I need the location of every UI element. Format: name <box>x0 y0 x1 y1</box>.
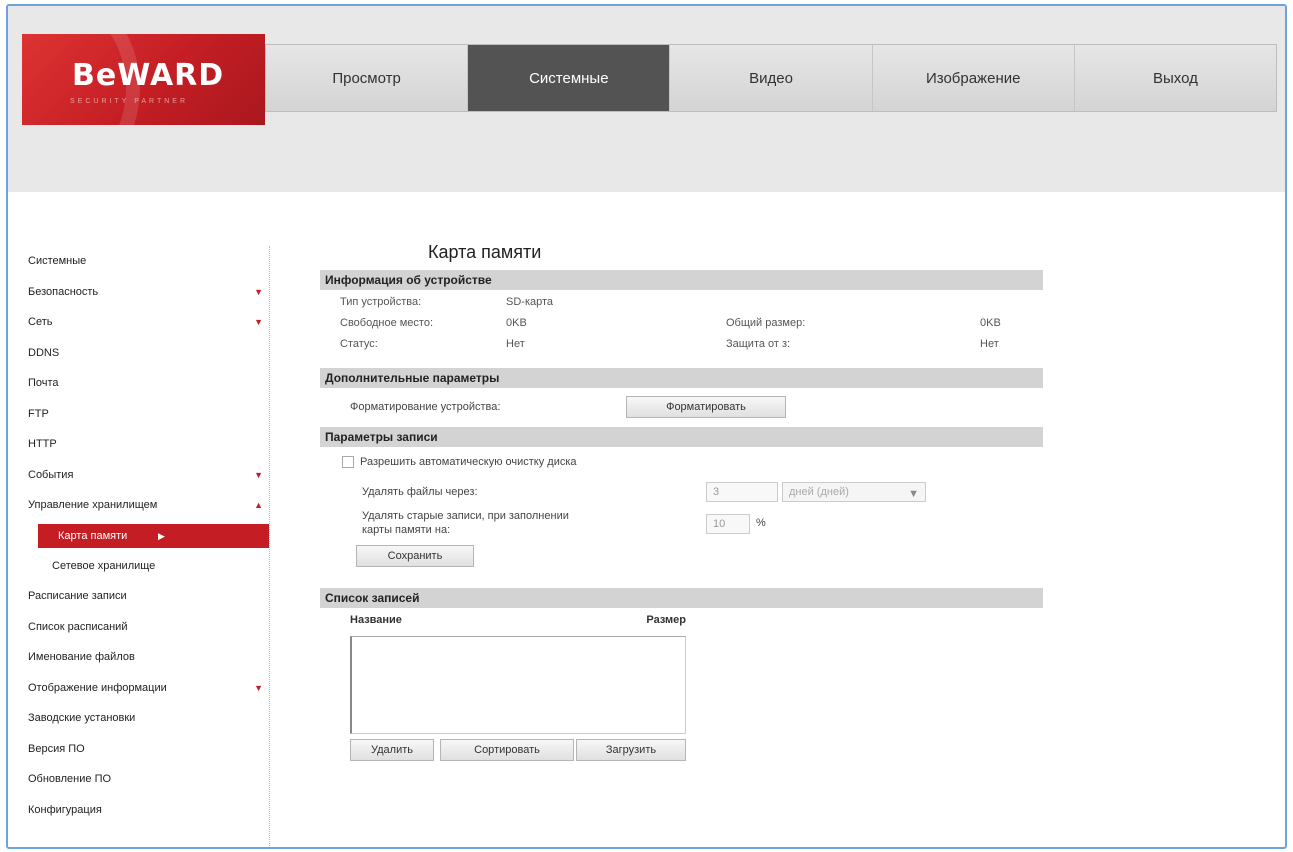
nav-video[interactable]: Видео <box>670 45 873 111</box>
delete-old-label: Удалять старые записи, при заполнении <box>362 510 569 522</box>
section-header-extra: Дополнительные параметры <box>320 368 1043 388</box>
sidebar-item-label: HTTP <box>28 438 57 450</box>
status-label: Статус: <box>340 338 378 350</box>
main-content: Информация об устройстве Тип устройства:… <box>320 270 1043 788</box>
sidebar-item-label: Сетевое хранилище <box>52 559 156 572</box>
delete-button[interactable]: Удалить <box>350 739 434 761</box>
auto-clean-checkbox[interactable] <box>342 456 354 468</box>
delete-after-label: Удалять файлы через: <box>362 486 478 498</box>
status-value: Нет <box>506 338 525 350</box>
free-space-value: 0KB <box>506 317 527 329</box>
sidebar-item-mail[interactable]: Почта <box>8 368 269 399</box>
write-protect-label: Защита от з: <box>726 338 791 350</box>
header: BeWARD SECURITY PARTNER Просмотр Системн… <box>8 6 1285 192</box>
sidebar-item-label: Системные <box>28 255 87 267</box>
sidebar-item-label: Управление хранилищем <box>28 499 158 511</box>
delete-after-unit-value: дней (дней) <box>789 486 849 498</box>
sidebar-item-label: Список расписаний <box>28 620 128 633</box>
sidebar-item-label: Сеть <box>28 316 53 328</box>
nav-view[interactable]: Просмотр <box>266 45 469 111</box>
sidebar-item-label: Заводские установки <box>28 712 136 724</box>
sort-button[interactable]: Сортировать <box>440 739 574 761</box>
nav-system[interactable]: Системные <box>468 45 671 111</box>
sidebar-item-ddns[interactable]: DDNS <box>8 338 269 369</box>
sidebar-item-factory-reset[interactable]: Заводские установки <box>8 703 269 734</box>
sidebar: Системные Безопасность ▼ Сеть ▼ DDNS Почта… <box>8 246 270 846</box>
section-header-records-list: Список записей <box>320 588 1043 608</box>
top-nav: Просмотр Системные Видео Изображение Вых… <box>265 44 1277 112</box>
sidebar-item-file-naming[interactable]: Именование файлов <box>8 642 269 673</box>
sidebar-item-events[interactable]: События ▼ <box>8 460 269 491</box>
format-button[interactable]: Форматировать <box>626 396 786 418</box>
sidebar-item-info-display[interactable]: Отображение информации ▼ <box>8 673 269 704</box>
percent-label: % <box>756 517 766 529</box>
delete-old-input[interactable]: 10 <box>706 514 750 534</box>
device-type-value: SD-карта <box>506 296 554 308</box>
record-params: Разрешить автоматическую очистку диска У… <box>320 447 1043 588</box>
sidebar-item-label: Расписание записи <box>28 590 127 602</box>
save-button[interactable]: Сохранить <box>356 545 474 567</box>
chevron-down-icon: ▼ <box>254 286 263 297</box>
sidebar-item-label: FTP <box>28 407 49 420</box>
format-row: Форматирование устройства: Форматировать <box>320 388 1043 427</box>
col-name-header[interactable]: Название <box>350 614 402 626</box>
free-space-label: Свободное место: <box>340 317 434 329</box>
sidebar-item-network[interactable]: Сеть ▼ <box>8 307 269 338</box>
records-list-header: Название Размер <box>350 614 686 626</box>
sidebar-item-label: DDNS <box>28 346 60 359</box>
logo-brand: BeWARD <box>72 58 225 93</box>
load-button[interactable]: Загрузить <box>576 739 686 761</box>
total-size-label: Общий размер: <box>726 317 806 329</box>
sidebar-item-configuration[interactable]: Конфигурация <box>8 795 269 826</box>
sidebar-item-record-schedule[interactable]: Расписание записи <box>8 581 269 612</box>
logo-tagline: SECURITY PARTNER <box>70 98 189 105</box>
chevron-up-icon: ▲ <box>254 500 263 510</box>
records-listbox[interactable] <box>350 636 686 734</box>
sidebar-item-label: Почта <box>28 377 59 389</box>
nav-exit[interactable]: Выход <box>1075 45 1276 111</box>
write-protect-value: Нет <box>980 338 999 350</box>
sidebar-item-label: Обновление ПО <box>28 773 112 785</box>
sidebar-item-security[interactable]: Безопасность ▼ <box>8 277 269 308</box>
sidebar-item-label: Версия ПО <box>28 742 85 755</box>
chevron-right-icon: ▶ <box>158 530 165 541</box>
sidebar-item-label: Конфигурация <box>28 803 102 816</box>
section-header-device-info: Информация об устройстве <box>320 270 1043 290</box>
sidebar-item-label: Безопасность <box>28 285 99 298</box>
page-title: Карта памяти <box>428 242 542 262</box>
sidebar-item-firmware-update[interactable]: Обновление ПО <box>8 764 269 795</box>
delete-after-unit-select[interactable]: дней (дней) ▼ <box>782 482 926 502</box>
sidebar-item-label: Отображение информации <box>28 681 167 694</box>
records-list: Название Размер Удалить Сортировать Загр… <box>320 608 1043 788</box>
auto-clean-label: Разрешить автоматическую очистку диска <box>360 456 577 468</box>
section-header-record-params: Параметры записи <box>320 427 1043 447</box>
sidebar-item-firmware-version[interactable]: Версия ПО <box>8 734 269 765</box>
chevron-down-icon: ▼ <box>254 469 263 480</box>
sidebar-item-ftp[interactable]: FTP <box>8 399 269 430</box>
sidebar-item-memory-card[interactable]: Карта памяти ▶ <box>38 523 269 548</box>
chevron-down-icon: ▼ <box>254 317 263 327</box>
sidebar-item-label: События <box>28 468 74 481</box>
sidebar-item-http[interactable]: HTTP <box>8 429 269 460</box>
col-size-header[interactable]: Размер <box>646 614 686 626</box>
beward-logo[interactable]: BeWARD SECURITY PARTNER <box>22 34 265 125</box>
sidebar-item-system[interactable]: Системные <box>8 246 269 277</box>
total-size-value: 0KB <box>980 317 1001 329</box>
chevron-down-icon: ▼ <box>254 682 263 693</box>
device-type-label: Тип устройства: <box>340 296 422 308</box>
delete-after-input[interactable]: 3 <box>706 482 778 502</box>
sidebar-item-label: Карта памяти <box>58 529 128 542</box>
app-window: BeWARD SECURITY PARTNER Просмотр Системн… <box>6 4 1287 849</box>
sidebar-item-storage[interactable]: Управление хранилищем ▲ <box>8 490 269 521</box>
sidebar-item-schedule-list[interactable]: Список расписаний <box>8 612 269 643</box>
nav-image[interactable]: Изображение <box>873 45 1075 111</box>
chevron-down-icon: ▼ <box>908 488 919 500</box>
sidebar-item-network-storage[interactable]: Сетевое хранилище <box>8 551 269 582</box>
device-info-grid: Тип устройства: SD-карта Свободное место… <box>320 290 1043 368</box>
format-label: Форматирование устройства: <box>350 401 501 413</box>
delete-old-label-cont: карты памяти на: <box>362 524 451 536</box>
sidebar-item-label: Именование файлов <box>28 651 135 663</box>
